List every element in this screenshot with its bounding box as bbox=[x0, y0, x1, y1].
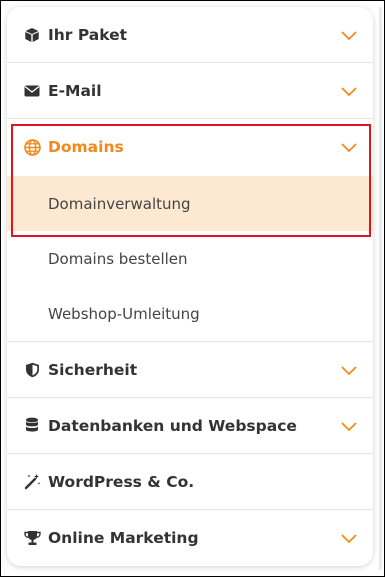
menu-item-online-marketing[interactable]: Online Marketing bbox=[7, 510, 373, 566]
submenu-item-label: Domainverwaltung bbox=[48, 194, 191, 213]
submenu-item-domainverwaltung[interactable]: Domainverwaltung bbox=[7, 176, 373, 231]
menu-item-label: E-Mail bbox=[48, 81, 102, 100]
window-frame: Ihr Paket E-Mail Domains Domainverwaltun… bbox=[0, 0, 385, 577]
menu-item-label: Sicherheit bbox=[48, 360, 138, 379]
chevron-down-icon bbox=[341, 143, 357, 153]
menu-item-label: Datenbanken und Webspace bbox=[48, 416, 297, 435]
magic-wand-icon bbox=[23, 473, 41, 491]
shield-icon bbox=[23, 361, 41, 379]
navigation-menu: Ihr Paket E-Mail Domains Domainverwaltun… bbox=[7, 7, 373, 566]
menu-item-datenbanken-und-webspace[interactable]: Datenbanken und Webspace bbox=[7, 398, 373, 454]
menu-item-domains[interactable]: Domains bbox=[7, 119, 373, 175]
globe-icon bbox=[23, 138, 41, 156]
submenu-item-label: Domains bestellen bbox=[48, 249, 188, 268]
envelope-icon bbox=[23, 82, 41, 100]
menu-item-sicherheit[interactable]: Sicherheit bbox=[7, 342, 373, 398]
menu-item-e-mail[interactable]: E-Mail bbox=[7, 63, 373, 119]
menu-item-label: WordPress & Co. bbox=[48, 472, 195, 491]
submenu-item-domains-bestellen[interactable]: Domains bestellen bbox=[7, 231, 373, 286]
chevron-down-icon bbox=[341, 365, 357, 375]
submenu-item-webshop-umleitung[interactable]: Webshop-Umleitung bbox=[7, 286, 373, 341]
database-icon bbox=[23, 417, 41, 435]
chevron-down-icon bbox=[341, 86, 357, 96]
menu-item-label: Online Marketing bbox=[48, 529, 199, 547]
chevron-down-icon bbox=[341, 30, 357, 40]
package-icon bbox=[23, 26, 41, 44]
menu-item-label: Ihr Paket bbox=[48, 25, 128, 44]
chevron-down-icon bbox=[341, 534, 357, 544]
submenu-item-label: Webshop-Umleitung bbox=[48, 304, 200, 323]
chevron-down-icon bbox=[341, 421, 357, 431]
trophy-icon bbox=[23, 529, 41, 547]
scrollbar[interactable] bbox=[379, 7, 382, 570]
menu-item-label: Domains bbox=[48, 138, 124, 156]
menu-item-ihr-paket[interactable]: Ihr Paket bbox=[7, 7, 373, 63]
menu-item-wordpress[interactable]: WordPress & Co. bbox=[7, 454, 373, 510]
